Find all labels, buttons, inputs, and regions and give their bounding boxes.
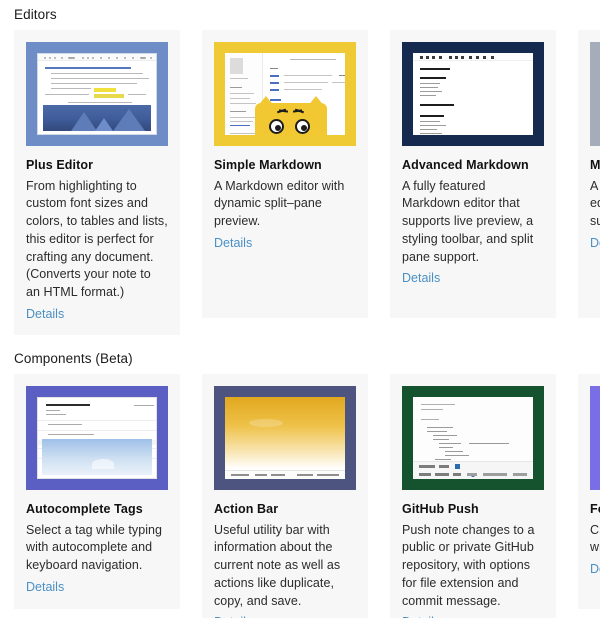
card-title: Advanced Markdown [402,158,529,172]
card-description: Useful utility bar with information abou… [214,522,341,608]
thumbnail-autocomplete-tags [26,385,168,490]
section-title-editors: Editors [14,7,57,22]
thumbnail-action-bar [214,385,356,490]
card-title: Minimal Markdown [590,158,600,172]
section-title-components: Components (Beta) [14,350,133,366]
card-title: Folders [590,501,600,516]
details-link[interactable]: Details [26,580,64,594]
details-link[interactable]: Details [214,236,252,250]
card-description: A Markdown editor with dynamic split–pan… [214,178,345,229]
card-plus-editor[interactable]: Plus Editor From highlighting to custom … [14,30,180,335]
card-advanced-markdown[interactable]: Advanced Markdown A fully featured Markd… [390,30,556,318]
card-title: Simple Markdown [214,158,322,172]
extensions-gallery: Editors Plus Editor From highlighting to… [0,0,600,618]
details-link[interactable]: Details [26,307,64,321]
card-title: Autocomplete Tags [26,501,143,516]
thumbnail-github-push [402,385,544,490]
card-github-push[interactable]: GitHub Push Push note changes to a publi… [390,373,556,618]
card-action-bar[interactable]: Action Bar Useful utility bar with infor… [202,373,368,618]
card-title: GitHub Push [402,501,479,516]
card-description: Select a tag while typing with autocompl… [26,522,163,573]
thumbnail-minimal-markdown [590,42,600,146]
card-minimal-markdown[interactable]: Minimal Markdown A minimal Markdown edit… [578,30,600,318]
card-description: Push note changes to a public or private… [402,522,535,608]
thumbnail-plus-editor [26,42,168,146]
card-description: A minimal Markdown editor with live prev… [590,178,600,229]
card-description: A fully featured Markdown editor that su… [402,178,534,264]
details-link[interactable]: Details [402,271,440,285]
card-simple-markdown[interactable]: Simple Markdown A Markdown editor with d… [202,30,368,318]
section-components-beta: Components (Beta) Autocomplete Tags Sele… [0,335,600,618]
details-link[interactable]: Details [590,236,600,250]
details-link[interactable]: Details [590,562,600,576]
section-editors: Editors Plus Editor From highlighting to… [0,0,600,335]
card-autocomplete-tags[interactable]: Autocomplete Tags Select a tag while typ… [14,373,180,609]
thumbnail-advanced-markdown [402,42,544,146]
card-description: From highlighting to custom font sizes a… [26,178,168,300]
card-description: Create nested folders with easy drag and… [590,522,600,555]
card-title: Plus Editor [26,158,94,172]
card-grid-editors: Plus Editor From highlighting to custom … [0,30,600,335]
card-title: Action Bar [214,501,279,516]
card-folders[interactable]: Folders Create nested folders with easy … [578,373,600,609]
thumbnail-folders [590,385,600,490]
card-grid-components: Autocomplete Tags Select a tag while typ… [0,373,600,618]
thumbnail-simple-markdown [214,42,356,146]
